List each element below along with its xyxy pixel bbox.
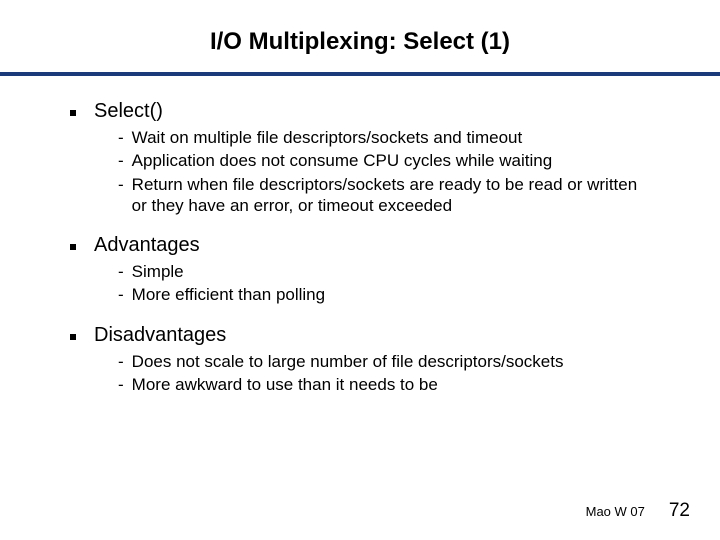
footer-page-number: 72 bbox=[669, 500, 690, 522]
list-item-text: Application does not consume CPU cycles … bbox=[132, 150, 650, 171]
slide: I/O Multiplexing: Select (1) Select() -W… bbox=[0, 0, 720, 540]
dash-icon: - bbox=[118, 261, 124, 282]
section-row: Select() bbox=[70, 100, 650, 123]
dash-icon: - bbox=[118, 351, 124, 372]
list-item-text: Return when file descriptors/sockets are… bbox=[132, 174, 650, 217]
sub-list: -Does not scale to large number of file … bbox=[118, 351, 650, 396]
list-item: -More awkward to use than it needs to be bbox=[118, 374, 650, 395]
sub-list: -Wait on multiple file descriptors/socke… bbox=[118, 127, 650, 216]
dash-icon: - bbox=[118, 150, 124, 171]
section-label: Disadvantages bbox=[94, 324, 226, 347]
slide-footer: Mao W 07 72 bbox=[586, 500, 690, 522]
list-item-text: More efficient than polling bbox=[132, 284, 650, 305]
list-item-text: More awkward to use than it needs to be bbox=[132, 374, 650, 395]
dash-icon: - bbox=[118, 174, 124, 195]
section-row: Advantages bbox=[70, 234, 650, 257]
list-item-text: Simple bbox=[132, 261, 650, 282]
dash-icon: - bbox=[118, 284, 124, 305]
section-row: Disadvantages bbox=[70, 324, 650, 347]
square-bullet-icon bbox=[70, 244, 76, 250]
slide-content: Select() -Wait on multiple file descript… bbox=[0, 76, 720, 395]
list-item: -Return when file descriptors/sockets ar… bbox=[118, 174, 650, 217]
slide-title: I/O Multiplexing: Select (1) bbox=[0, 0, 720, 66]
list-item: -More efficient than polling bbox=[118, 284, 650, 305]
dash-icon: - bbox=[118, 374, 124, 395]
section-label: Advantages bbox=[94, 234, 200, 257]
dash-icon: - bbox=[118, 127, 124, 148]
square-bullet-icon bbox=[70, 110, 76, 116]
square-bullet-icon bbox=[70, 334, 76, 340]
list-item: -Wait on multiple file descriptors/socke… bbox=[118, 127, 650, 148]
list-item-text: Does not scale to large number of file d… bbox=[132, 351, 650, 372]
section-label: Select() bbox=[94, 100, 163, 123]
list-item: -Simple bbox=[118, 261, 650, 282]
footer-author: Mao W 07 bbox=[586, 504, 645, 519]
list-item-text: Wait on multiple file descriptors/socket… bbox=[132, 127, 650, 148]
sub-list: -Simple -More efficient than polling bbox=[118, 261, 650, 306]
list-item: -Application does not consume CPU cycles… bbox=[118, 150, 650, 171]
list-item: -Does not scale to large number of file … bbox=[118, 351, 650, 372]
